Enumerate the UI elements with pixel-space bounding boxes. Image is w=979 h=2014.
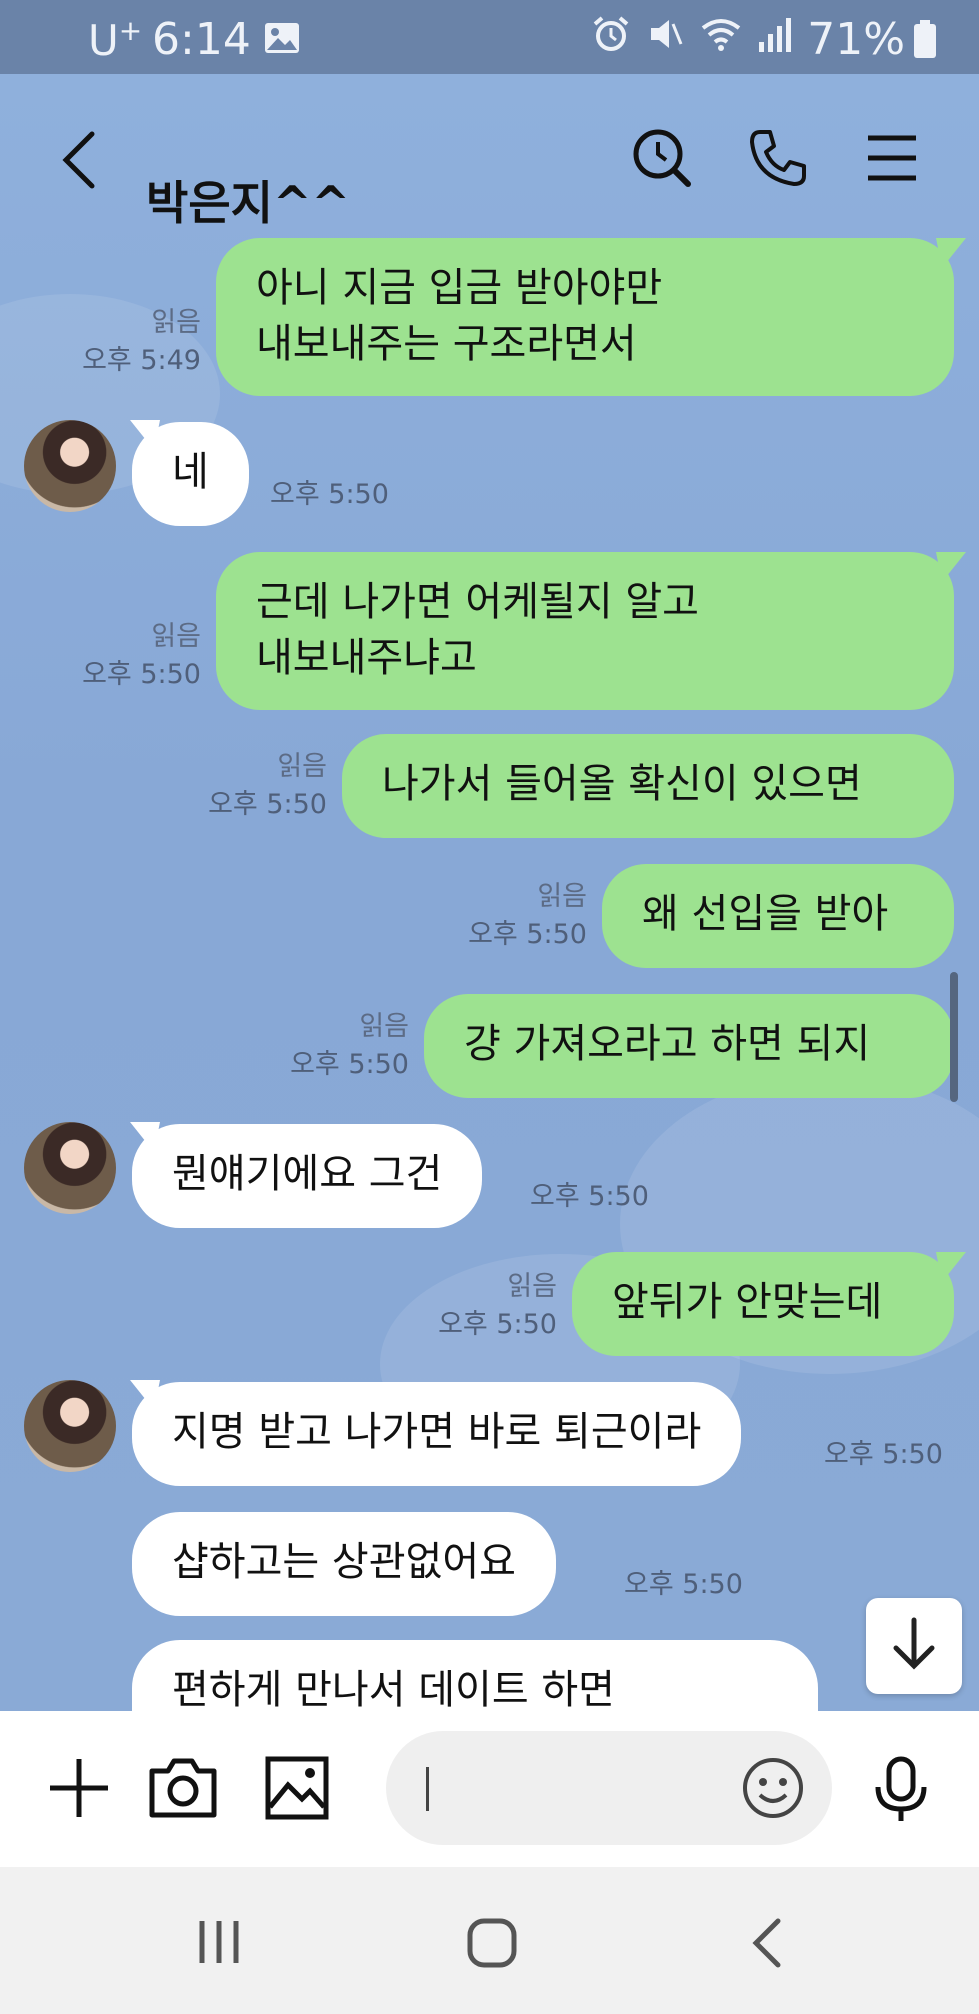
their-message-bubble[interactable]: 네 xyxy=(132,422,249,526)
call-icon[interactable] xyxy=(746,126,810,194)
message-meta: 읽음 오후 5:50 xyxy=(468,881,587,950)
message-time: 오후 5:50 xyxy=(270,479,389,510)
chat-header: 박은지^^ xyxy=(0,74,979,244)
emoji-icon[interactable] xyxy=(740,1755,806,1825)
image-icon[interactable] xyxy=(264,1755,330,1825)
signal-icon xyxy=(757,14,793,65)
message-text: 내보내주는 구조라면서 xyxy=(256,321,637,367)
message-meta: 읽음 오후 5:50 xyxy=(208,751,327,820)
home-icon[interactable] xyxy=(466,1917,518,1973)
camera-icon[interactable] xyxy=(148,1755,218,1825)
message-time: 오후 5:50 xyxy=(824,1439,943,1470)
arrow-down-icon xyxy=(890,1616,938,1676)
message-text: 나가서 들어올 확신이 있으면 xyxy=(382,761,862,807)
their-message-bubble[interactable]: 뭔얘기에요 그건 xyxy=(132,1124,483,1228)
status-icons: 71% xyxy=(591,14,905,65)
battery-icon xyxy=(913,20,937,64)
message-text: 샵하고는 상관없어요 xyxy=(172,1539,516,1585)
avatar[interactable] xyxy=(24,1380,116,1472)
recent-apps-icon[interactable] xyxy=(194,1917,244,1971)
system-nav-bar xyxy=(0,1867,979,2014)
scrollbar[interactable] xyxy=(950,972,958,1102)
message-text: 왜 선입을 받아 xyxy=(642,891,889,937)
message-meta: 읽음 오후 5:50 xyxy=(438,1271,557,1340)
input-bar xyxy=(0,1711,979,1867)
status-bar: U+ 6:14 71% xyxy=(0,0,979,74)
gallery-icon xyxy=(264,22,300,58)
message-text: 앞뒤가 안맞는데 xyxy=(612,1279,883,1325)
their-message-bubble[interactable]: 샵하고는 상관없어요 xyxy=(132,1512,556,1616)
message-meta: 읽음 오후 5:50 xyxy=(82,621,201,690)
menu-icon[interactable] xyxy=(862,126,922,194)
chat-title[interactable]: 박은지^^ xyxy=(146,167,350,233)
their-message-bubble[interactable]: 지명 받고 나가면 바로 퇴근이라 xyxy=(132,1382,742,1486)
message-text: 지명 받고 나가면 바로 퇴근이라 xyxy=(172,1409,702,1455)
my-message-bubble[interactable]: 나가서 들어올 확신이 있으면 xyxy=(342,734,954,838)
message-text: 네 xyxy=(172,449,209,495)
plus-icon[interactable] xyxy=(46,1755,112,1825)
my-message-bubble[interactable]: 앞뒤가 안맞는데 xyxy=(572,1252,954,1356)
message-meta: 읽음 오후 5:49 xyxy=(82,307,201,376)
battery-label: 71% xyxy=(807,14,905,65)
message-text: 근데 나가면 어케될지 알고 xyxy=(256,579,699,625)
message-text: 편하게 만나서 데이트 하면 xyxy=(172,1667,615,1713)
text-cursor xyxy=(426,1767,429,1811)
wifi-icon xyxy=(699,14,743,65)
carrier-label: U+ xyxy=(88,14,143,65)
mic-icon[interactable] xyxy=(870,1755,932,1829)
back-nav-icon[interactable] xyxy=(748,1917,788,1973)
avatar[interactable] xyxy=(24,420,116,512)
my-message-bubble[interactable]: 근데 나가면 어케될지 알고 내보내주냐고 xyxy=(216,552,954,710)
alarm-icon xyxy=(591,14,631,65)
avatar[interactable] xyxy=(24,1122,116,1214)
scroll-down-button[interactable] xyxy=(866,1598,962,1694)
message-meta: 읽음 오후 5:50 xyxy=(290,1011,409,1080)
message-time: 오후 5:50 xyxy=(530,1181,649,1212)
message-text: 내보내주냐고 xyxy=(256,635,477,681)
my-message-bubble[interactable]: 걍 가져오라고 하면 되지 xyxy=(424,994,954,1098)
my-message-bubble[interactable]: 왜 선입을 받아 xyxy=(602,864,954,968)
back-icon[interactable] xyxy=(56,128,106,196)
message-text: 걍 가져오라고 하면 되지 xyxy=(464,1021,871,1067)
mute-icon xyxy=(645,14,685,65)
message-time: 오후 5:50 xyxy=(624,1569,743,1600)
status-time: 6:14 xyxy=(152,14,251,65)
message-text: 뭔얘기에요 그건 xyxy=(172,1151,443,1197)
my-message-bubble[interactable]: 아니 지금 입금 받아야만 내보내주는 구조라면서 xyxy=(216,238,954,396)
message-text: 아니 지금 입금 받아야만 xyxy=(256,265,663,311)
search-icon[interactable] xyxy=(630,126,694,194)
